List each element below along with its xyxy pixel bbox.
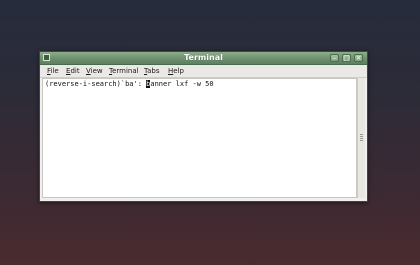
menu-view[interactable]: View (86, 65, 103, 77)
menu-edit[interactable]: Edit (66, 65, 80, 77)
vertical-scrollbar[interactable] (357, 78, 365, 198)
terminal-window: Terminal ‒ □ × File Edit View Terminal T… (39, 51, 368, 202)
close-button[interactable]: × (354, 54, 363, 62)
menu-tabs[interactable]: Tabs (144, 65, 160, 77)
terminal-line: (reverse-i-search)`ba': banner lxf -w 50 (45, 80, 214, 89)
menu-bar: File Edit View Terminal Tabs Help (40, 65, 367, 78)
menu-terminal[interactable]: Terminal (109, 65, 139, 77)
search-match-command: anner lxf -w 50 (150, 80, 214, 88)
menu-file[interactable]: File (47, 65, 59, 77)
maximize-button[interactable]: □ (342, 54, 351, 62)
window-title: Terminal (184, 53, 223, 62)
minimize-button[interactable]: ‒ (330, 54, 339, 62)
reverse-search-prompt: (reverse-i-search)`ba': (45, 80, 147, 88)
terminal-output[interactable]: (reverse-i-search)`ba': banner lxf -w 50 (42, 78, 357, 198)
title-bar[interactable]: Terminal ‒ □ × (40, 52, 367, 65)
scrollbar-grip-icon[interactable] (360, 134, 363, 141)
menu-help[interactable]: Help (168, 65, 184, 77)
